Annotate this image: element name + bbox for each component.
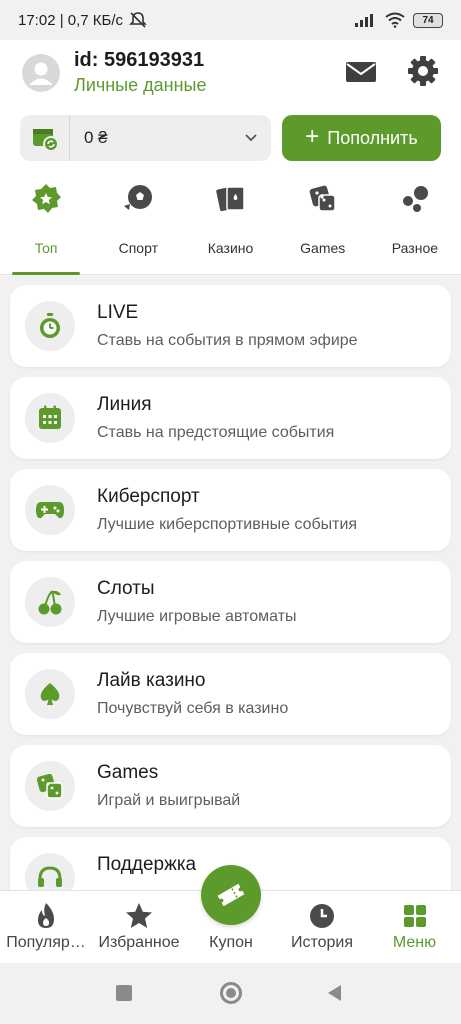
chevron-down-icon: [245, 134, 257, 142]
envelope-icon: [346, 62, 376, 82]
personal-data-link[interactable]: Личные данные: [74, 75, 206, 96]
nav-label: Популяр…: [6, 934, 86, 951]
status-time: 17:02 | 0,7 КБ/с: [18, 11, 124, 29]
status-bar: 17:02 | 0,7 КБ/с 74: [0, 0, 461, 40]
main-menu-list: LIVE Ставь на события в прямом эфире Лин…: [10, 285, 451, 929]
account-header: id: 596193931 Личные данные 0 ₴ + Пополн…: [0, 40, 461, 275]
menu-item-live-casino[interactable]: Лайв казино Почувствуй себя в казино: [10, 653, 451, 735]
menu-item-slots[interactable]: Слоты Лучшие игровые автоматы: [10, 561, 451, 643]
notifications-off-icon: [129, 12, 147, 28]
nav-favorites[interactable]: Избранное: [92, 891, 186, 964]
menu-item-live[interactable]: LIVE Ставь на события в прямом эфире: [10, 285, 451, 367]
nav-label: История: [290, 934, 354, 951]
category-tabs: Топ Спорт Казино Games Разное: [0, 180, 461, 275]
wallet-selector[interactable]: 0 ₴: [20, 115, 271, 161]
menu-item-title: Слоты: [97, 578, 155, 599]
coupon-button[interactable]: [201, 865, 261, 925]
tab-games[interactable]: Games: [277, 180, 369, 275]
nav-label: Меню: [392, 934, 437, 951]
tab-misc[interactable]: Разное: [369, 180, 461, 275]
tab-casino[interactable]: Казино: [184, 180, 276, 275]
menu-item-title: Games: [97, 762, 159, 783]
menu-item-subtitle: Ставь на события в прямом эфире: [97, 332, 358, 349]
topup-button[interactable]: + Пополнить: [282, 115, 441, 161]
menu-item-games[interactable]: Games Играй и выигрывай: [10, 745, 451, 827]
tab-top[interactable]: Топ: [0, 180, 92, 275]
spade-icon: [25, 669, 75, 719]
star-badge-icon: [32, 184, 62, 213]
back-button[interactable]: [325, 984, 343, 1002]
mail-button[interactable]: [343, 54, 379, 90]
clock-icon: [310, 904, 334, 928]
ticket-icon: [217, 883, 245, 907]
tab-sport[interactable]: Спорт: [92, 180, 184, 275]
tab-label: Казино: [207, 240, 254, 256]
avatar[interactable]: [22, 54, 60, 92]
home-button[interactable]: [220, 982, 242, 1004]
gamepad-icon: [25, 485, 75, 535]
signal-icon: [355, 14, 373, 27]
topup-label: Пополнить: [327, 127, 418, 148]
menu-item-title: Лайв казино: [97, 670, 206, 691]
system-navigation-bar: [0, 963, 461, 1024]
nav-history[interactable]: История: [276, 891, 368, 964]
user-id: id: 596193931: [74, 49, 205, 71]
menu-item-subtitle: Почувствуй себя в казино: [97, 700, 289, 717]
gear-icon: [408, 56, 438, 86]
nav-label: Купон: [209, 934, 253, 951]
menu-item-title: Линия: [97, 394, 152, 415]
recent-apps-button[interactable]: [116, 985, 132, 1001]
tab-label: Разное: [391, 240, 439, 256]
menu-item-esports[interactable]: Киберспорт Лучшие киберспортивные событи…: [10, 469, 451, 551]
tab-label: Топ: [34, 240, 58, 256]
settings-button[interactable]: [404, 52, 442, 90]
nav-popular[interactable]: Популяр…: [0, 891, 92, 964]
stopwatch-icon: [25, 301, 75, 351]
menu-item-title: LIVE: [97, 302, 139, 323]
home-dot-icon: [226, 988, 236, 998]
menu-item-subtitle: Лучшие игровые автоматы: [97, 608, 297, 625]
dice-icon: [25, 761, 75, 811]
cards-icon: [215, 186, 245, 212]
cherries-icon: [25, 577, 75, 627]
menu-item-subtitle: Лучшие киберспортивные события: [97, 516, 358, 533]
star-icon: [126, 903, 152, 928]
flame-icon: [38, 903, 54, 928]
menu-item-subtitle: Играй и выигрывай: [97, 792, 241, 809]
wallet-icon: [20, 115, 70, 161]
wifi-icon: [385, 12, 405, 28]
nav-menu[interactable]: Меню: [368, 891, 461, 964]
menu-item-subtitle: Ставь на предстоящие события: [97, 424, 335, 441]
nav-label: Избранное: [98, 934, 180, 951]
dice-icon: [309, 185, 336, 212]
menu-item-title: Поддержка: [97, 854, 197, 875]
tab-label: Games: [300, 240, 346, 256]
battery-indicator: 74: [413, 12, 443, 28]
user-icon: [29, 62, 53, 85]
grid-icon: [403, 905, 426, 927]
menu-item-line[interactable]: Линия Ставь на предстоящие события: [10, 377, 451, 459]
plus-icon: +: [305, 123, 320, 150]
bubbles-icon: [402, 186, 428, 212]
wallet-balance: 0 ₴: [84, 128, 108, 147]
tab-label: Спорт: [118, 240, 158, 256]
soccer-ball-icon: [124, 185, 153, 210]
menu-item-title: Киберспорт: [97, 486, 200, 507]
calendar-icon: [25, 393, 75, 443]
